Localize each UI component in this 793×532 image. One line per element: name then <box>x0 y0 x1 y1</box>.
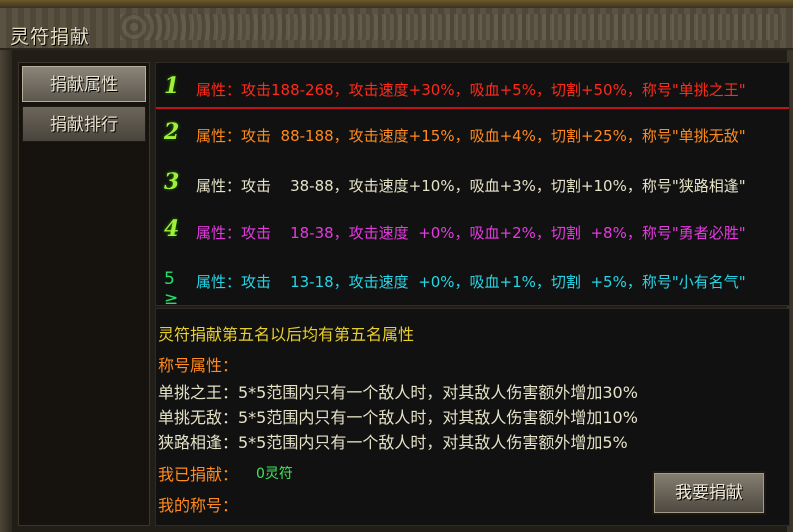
rank-number: 2 <box>164 119 180 145</box>
rank-row: 1 属性：攻击188-268，攻击速度+30%，吸血+5%，切割+50%，称号"… <box>156 73 789 109</box>
donation-window: 灵符捐献 捐献属性 捐献排行 1 属性：攻击188-268，攻击速度+30%，吸… <box>0 0 793 532</box>
rank-attributes: 属性：攻击 38-88，攻击速度+10%，吸血+3%，切割+10%，称号"狭路相… <box>196 177 746 195</box>
title-description: 单挑无敌：5*5范围内只有一个敌人时，对其敌人伤害额外增加10% <box>158 408 638 427</box>
donate-button[interactable]: 我要捐献 <box>652 471 766 515</box>
rank-row: 2 属性：攻击 88-188，攻击速度+15%，吸血+4%，切割+25%，称号"… <box>156 119 789 153</box>
rank-row: 4 属性：攻击 18-38，攻击速度 +0%，吸血+2%，切割 +8%，称号"勇… <box>156 216 789 250</box>
rank-attributes-panel: 1 属性：攻击188-268，攻击速度+30%，吸血+5%，切割+50%，称号"… <box>155 62 790 309</box>
rank-row: 5 ≥ 属性：攻击 13-18，攻击速度 +0%，吸血+1%，切割 +5%，称号… <box>156 265 789 309</box>
donated-value: 0灵符 <box>256 466 293 482</box>
info-heading: 灵符捐献第五名以后均有第五名属性 <box>158 325 415 344</box>
title-description: 单挑之王：5*5范围内只有一个敌人时，对其敌人伤害额外增加30% <box>158 383 638 402</box>
my-title-label: 我的称号： <box>158 496 239 515</box>
window-title: 灵符捐献 <box>10 26 91 48</box>
donated-label: 我已捐献： <box>158 465 239 484</box>
tab-donation-ranking[interactable]: 捐献排行 <box>22 106 146 142</box>
left-frame <box>0 50 12 532</box>
rank-attributes: 属性：攻击 88-188，攻击速度+15%，吸血+4%，切割+25%，称号"单挑… <box>196 127 746 145</box>
rank-number: 1 <box>164 73 180 99</box>
rank-number: 4 <box>164 216 180 242</box>
rank-number: 3 <box>164 169 180 195</box>
top-decor-strip <box>0 0 793 8</box>
tab-sidebar: 捐献属性 捐献排行 <box>18 62 150 526</box>
rank-attributes: 属性：攻击188-268，攻击速度+30%，吸血+5%，切割+50%，称号"单挑… <box>196 81 746 99</box>
title-ornament <box>120 14 783 40</box>
title-bar[interactable]: 灵符捐献 <box>0 8 793 50</box>
rank-number: 5 ≥ <box>164 269 179 309</box>
title-attributes-label: 称号属性： <box>158 356 239 375</box>
tab-donation-attributes[interactable]: 捐献属性 <box>22 66 146 102</box>
title-description: 狭路相逢：5*5范围内只有一个敌人时，对其敌人伤害额外增加5% <box>158 433 628 452</box>
rank-attributes: 属性：攻击 13-18，攻击速度 +0%，吸血+1%，切割 +5%，称号"小有名… <box>196 273 746 291</box>
rank-row: 3 属性：攻击 38-88，攻击速度+10%，吸血+3%，切割+10%，称号"狭… <box>156 169 789 203</box>
rank-attributes: 属性：攻击 18-38，攻击速度 +0%，吸血+2%，切割 +8%，称号"勇者必… <box>196 224 746 242</box>
